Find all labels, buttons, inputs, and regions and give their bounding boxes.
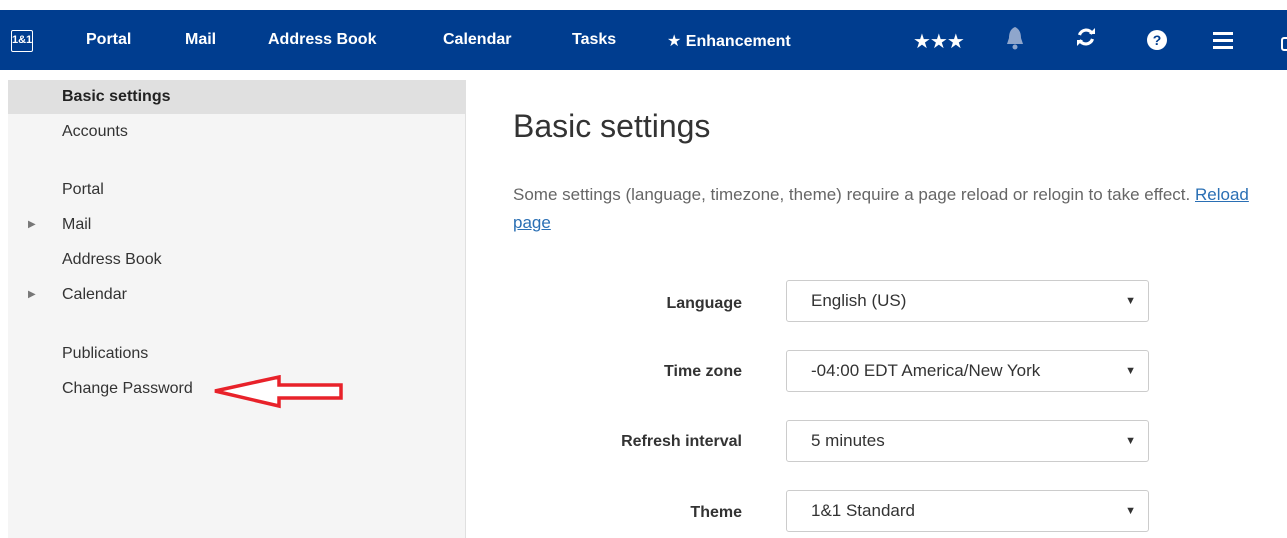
menu-icon[interactable]	[1213, 28, 1233, 53]
sidebar-item-calendar[interactable]: ▶ Calendar	[8, 278, 465, 312]
caret-right-icon[interactable]: ▶	[28, 208, 36, 242]
page-title: Basic settings	[513, 108, 711, 144]
caret-right-icon[interactable]: ▶	[28, 278, 36, 312]
sidebar-item-portal[interactable]: Portal	[8, 173, 465, 207]
sidebar-item-label: Mail	[62, 216, 92, 233]
star-icon: ★	[667, 33, 682, 50]
sidebar-item-label: Calendar	[62, 286, 127, 303]
select-value: English (US)	[811, 291, 907, 310]
nav-enhancement[interactable]: ★ Enhancement	[667, 31, 791, 51]
sidebar-item-accounts[interactable]: Accounts	[8, 115, 465, 149]
bell-icon[interactable]	[1005, 26, 1025, 57]
select-value: -04:00 EDT America/New York	[811, 361, 1041, 380]
nav-enhancement-label: Enhancement	[685, 33, 791, 50]
sidebar-item-basic-settings[interactable]: Basic settings	[8, 80, 465, 114]
sidebar-item-mail[interactable]: ▶ Mail	[8, 208, 465, 242]
help-icon[interactable]: ?	[1147, 30, 1167, 50]
language-label: Language	[666, 295, 742, 312]
logo[interactable]: 1&1	[11, 30, 33, 52]
language-select[interactable]: English (US) ▼	[786, 280, 1149, 322]
reload-notice: Some settings (language, timezone, theme…	[513, 181, 1283, 237]
nav-address-book[interactable]: Address Book	[268, 31, 376, 49]
window-icon[interactable]	[1281, 37, 1287, 51]
sidebar-item-publications[interactable]: Publications	[8, 337, 465, 371]
top-bar: 1&1 Portal Mail Address Book Calendar Ta…	[0, 0, 1287, 80]
rating-stars-icon[interactable]: ★★★	[913, 29, 965, 54]
settings-content: Basic settings Some settings (language, …	[466, 80, 1287, 538]
refresh-interval-label: Refresh interval	[621, 433, 742, 450]
main-navigation: 1&1 Portal Mail Address Book Calendar Ta…	[0, 10, 1287, 70]
nav-tasks[interactable]: Tasks	[572, 31, 616, 49]
nav-calendar[interactable]: Calendar	[443, 31, 511, 49]
timezone-label: Time zone	[664, 363, 742, 380]
dropdown-arrow-icon: ▼	[1125, 435, 1136, 447]
select-value: 5 minutes	[811, 431, 885, 450]
dropdown-arrow-icon: ▼	[1125, 505, 1136, 517]
dropdown-arrow-icon: ▼	[1125, 365, 1136, 377]
sidebar-item-address-book[interactable]: Address Book	[8, 243, 465, 277]
timezone-select[interactable]: -04:00 EDT America/New York ▼	[786, 350, 1149, 392]
refresh-icon[interactable]	[1075, 26, 1097, 55]
dropdown-arrow-icon: ▼	[1125, 295, 1136, 307]
theme-select[interactable]: 1&1 Standard ▼	[786, 490, 1149, 532]
nav-portal[interactable]: Portal	[86, 31, 131, 49]
reload-notice-text: Some settings (language, timezone, theme…	[513, 185, 1191, 204]
settings-sidebar: Basic settings Accounts Portal ▶ Mail Ad…	[8, 80, 466, 538]
nav-mail[interactable]: Mail	[185, 31, 216, 49]
select-value: 1&1 Standard	[811, 501, 915, 520]
annotation-arrow	[214, 375, 343, 409]
refresh-interval-select[interactable]: 5 minutes ▼	[786, 420, 1149, 462]
theme-label: Theme	[690, 504, 742, 521]
